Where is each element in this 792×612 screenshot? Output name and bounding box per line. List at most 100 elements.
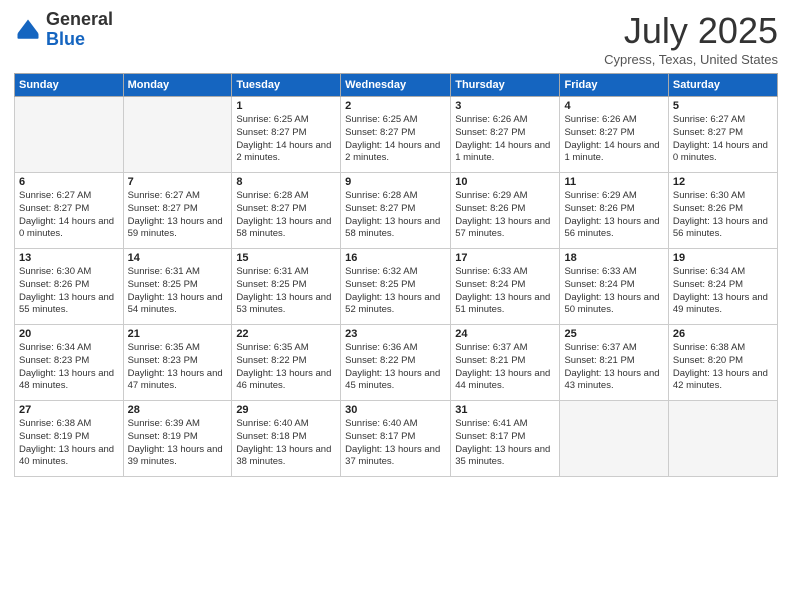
day-info: Sunrise: 6:33 AM Sunset: 8:24 PM Dayligh… bbox=[455, 266, 555, 317]
calendar-cell: 24Sunrise: 6:37 AM Sunset: 8:21 PM Dayli… bbox=[451, 325, 560, 401]
day-number: 21 bbox=[128, 328, 228, 340]
calendar-cell: 11 Sunrise: 6:29 AM Sunset: 8:26 PM Dayli… bbox=[560, 173, 668, 249]
day-number: 26 bbox=[673, 328, 773, 340]
day-number: 1 bbox=[236, 100, 336, 112]
day-info: Sunrise: 6:31 AM Sunset: 8:25 PM Dayligh… bbox=[128, 266, 228, 317]
day-number: 22 bbox=[236, 328, 336, 340]
header-sunday: Sunday bbox=[15, 74, 124, 97]
day-number: 12 bbox=[673, 176, 773, 188]
day-number: 2 bbox=[345, 100, 446, 112]
calendar-cell bbox=[123, 97, 232, 173]
day-number: 11 bbox=[564, 176, 663, 188]
day-number: 4 bbox=[564, 100, 663, 112]
day-number: 6 bbox=[19, 176, 119, 188]
calendar-cell: 16Sunrise: 6:32 AM Sunset: 8:25 PM Dayli… bbox=[341, 249, 451, 325]
header-tuesday: Tuesday bbox=[232, 74, 341, 97]
calendar-cell bbox=[668, 401, 777, 477]
calendar-week-5: 27 Sunrise: 6:38 AM Sunset: 8:19 PM Dayli… bbox=[15, 401, 778, 477]
day-number: 8 bbox=[236, 176, 336, 188]
day-info: Sunrise: 6:26 AM Sunset: 8:27 PM Dayligh… bbox=[564, 114, 663, 165]
day-number: 25 bbox=[564, 328, 663, 340]
calendar-cell: 29 Sunrise: 6:40 AM Sunset: 8:18 PM Dayli… bbox=[232, 401, 341, 477]
header-wednesday: Wednesday bbox=[341, 74, 451, 97]
day-info: Sunrise: 6:29 AM Sunset: 8:26 PM Dayligh… bbox=[564, 190, 663, 241]
day-info: Sunrise: 6:38 AM Sunset: 8:19 PM Dayligh… bbox=[19, 418, 119, 469]
day-number: 3 bbox=[455, 100, 555, 112]
calendar-cell: 14 Sunrise: 6:31 AM Sunset: 8:25 PM Dayli… bbox=[123, 249, 232, 325]
calendar-cell: 13 Sunrise: 6:30 AM Sunset: 8:26 PM Dayli… bbox=[15, 249, 124, 325]
logo-blue: Blue bbox=[46, 29, 85, 49]
header-monday: Monday bbox=[123, 74, 232, 97]
calendar-week-1: 1 Sunrise: 6:25 AM Sunset: 8:27 PM Daylig… bbox=[15, 97, 778, 173]
weekday-header-row: Sunday Monday Tuesday Wednesday Thursday… bbox=[15, 74, 778, 97]
day-info: Sunrise: 6:27 AM Sunset: 8:27 PM Dayligh… bbox=[19, 190, 119, 241]
day-info: Sunrise: 6:25 AM Sunset: 8:27 PM Dayligh… bbox=[345, 114, 446, 165]
calendar-cell bbox=[560, 401, 668, 477]
calendar-cell: 15Sunrise: 6:31 AM Sunset: 8:25 PM Dayli… bbox=[232, 249, 341, 325]
logo: General Blue bbox=[14, 10, 113, 50]
header: General Blue July 2025 Cypress, Texas, U… bbox=[14, 10, 778, 67]
day-number: 29 bbox=[236, 404, 336, 416]
day-info: Sunrise: 6:36 AM Sunset: 8:22 PM Dayligh… bbox=[345, 342, 446, 393]
calendar-cell bbox=[15, 97, 124, 173]
day-info: Sunrise: 6:28 AM Sunset: 8:27 PM Dayligh… bbox=[345, 190, 446, 241]
day-info: Sunrise: 6:38 AM Sunset: 8:20 PM Dayligh… bbox=[673, 342, 773, 393]
calendar-cell: 10Sunrise: 6:29 AM Sunset: 8:26 PM Dayli… bbox=[451, 173, 560, 249]
header-saturday: Saturday bbox=[668, 74, 777, 97]
calendar-week-2: 6 Sunrise: 6:27 AM Sunset: 8:27 PM Daylig… bbox=[15, 173, 778, 249]
day-number: 17 bbox=[455, 252, 555, 264]
calendar-cell: 4 Sunrise: 6:26 AM Sunset: 8:27 PM Daylig… bbox=[560, 97, 668, 173]
day-info: Sunrise: 6:39 AM Sunset: 8:19 PM Dayligh… bbox=[128, 418, 228, 469]
day-info: Sunrise: 6:35 AM Sunset: 8:23 PM Dayligh… bbox=[128, 342, 228, 393]
day-number: 31 bbox=[455, 404, 555, 416]
day-number: 18 bbox=[564, 252, 663, 264]
calendar-cell: 18Sunrise: 6:33 AM Sunset: 8:24 PM Dayli… bbox=[560, 249, 668, 325]
calendar-cell: 1 Sunrise: 6:25 AM Sunset: 8:27 PM Daylig… bbox=[232, 97, 341, 173]
calendar-table: Sunday Monday Tuesday Wednesday Thursday… bbox=[14, 73, 778, 477]
day-number: 13 bbox=[19, 252, 119, 264]
day-info: Sunrise: 6:35 AM Sunset: 8:22 PM Dayligh… bbox=[236, 342, 336, 393]
day-info: Sunrise: 6:40 AM Sunset: 8:18 PM Dayligh… bbox=[236, 418, 336, 469]
title-block: July 2025 Cypress, Texas, United States bbox=[604, 10, 778, 67]
calendar-cell: 26 Sunrise: 6:38 AM Sunset: 8:20 PM Dayli… bbox=[668, 325, 777, 401]
day-info: Sunrise: 6:30 AM Sunset: 8:26 PM Dayligh… bbox=[19, 266, 119, 317]
day-number: 30 bbox=[345, 404, 446, 416]
day-number: 27 bbox=[19, 404, 119, 416]
calendar-cell: 3 Sunrise: 6:26 AM Sunset: 8:27 PM Daylig… bbox=[451, 97, 560, 173]
calendar-cell: 9 Sunrise: 6:28 AM Sunset: 8:27 PM Daylig… bbox=[341, 173, 451, 249]
day-info: Sunrise: 6:41 AM Sunset: 8:17 PM Dayligh… bbox=[455, 418, 555, 469]
calendar-cell: 27 Sunrise: 6:38 AM Sunset: 8:19 PM Dayli… bbox=[15, 401, 124, 477]
calendar-cell: 6 Sunrise: 6:27 AM Sunset: 8:27 PM Daylig… bbox=[15, 173, 124, 249]
day-number: 14 bbox=[128, 252, 228, 264]
day-info: Sunrise: 6:25 AM Sunset: 8:27 PM Dayligh… bbox=[236, 114, 336, 165]
day-number: 23 bbox=[345, 328, 446, 340]
logo-text: General Blue bbox=[46, 10, 113, 50]
month-title: July 2025 bbox=[604, 10, 778, 52]
day-info: Sunrise: 6:30 AM Sunset: 8:26 PM Dayligh… bbox=[673, 190, 773, 241]
calendar-cell: 5 Sunrise: 6:27 AM Sunset: 8:27 PM Daylig… bbox=[668, 97, 777, 173]
calendar-cell: 2 Sunrise: 6:25 AM Sunset: 8:27 PM Daylig… bbox=[341, 97, 451, 173]
calendar-week-4: 20Sunrise: 6:34 AM Sunset: 8:23 PM Dayli… bbox=[15, 325, 778, 401]
header-friday: Friday bbox=[560, 74, 668, 97]
logo-icon bbox=[14, 16, 42, 44]
calendar-cell: 19Sunrise: 6:34 AM Sunset: 8:24 PM Dayli… bbox=[668, 249, 777, 325]
day-number: 9 bbox=[345, 176, 446, 188]
calendar-week-3: 13 Sunrise: 6:30 AM Sunset: 8:26 PM Dayli… bbox=[15, 249, 778, 325]
calendar-cell: 28 Sunrise: 6:39 AM Sunset: 8:19 PM Dayli… bbox=[123, 401, 232, 477]
day-number: 7 bbox=[128, 176, 228, 188]
page-container: General Blue July 2025 Cypress, Texas, U… bbox=[0, 0, 792, 487]
calendar-cell: 31 Sunrise: 6:41 AM Sunset: 8:17 PM Dayli… bbox=[451, 401, 560, 477]
day-info: Sunrise: 6:34 AM Sunset: 8:23 PM Dayligh… bbox=[19, 342, 119, 393]
day-info: Sunrise: 6:26 AM Sunset: 8:27 PM Dayligh… bbox=[455, 114, 555, 165]
day-info: Sunrise: 6:27 AM Sunset: 8:27 PM Dayligh… bbox=[673, 114, 773, 165]
day-number: 28 bbox=[128, 404, 228, 416]
day-info: Sunrise: 6:27 AM Sunset: 8:27 PM Dayligh… bbox=[128, 190, 228, 241]
calendar-cell: 23 Sunrise: 6:36 AM Sunset: 8:22 PM Dayli… bbox=[341, 325, 451, 401]
day-info: Sunrise: 6:31 AM Sunset: 8:25 PM Dayligh… bbox=[236, 266, 336, 317]
calendar-cell: 20Sunrise: 6:34 AM Sunset: 8:23 PM Dayli… bbox=[15, 325, 124, 401]
day-number: 5 bbox=[673, 100, 773, 112]
calendar-cell: 12 Sunrise: 6:30 AM Sunset: 8:26 PM Dayli… bbox=[668, 173, 777, 249]
day-info: Sunrise: 6:28 AM Sunset: 8:27 PM Dayligh… bbox=[236, 190, 336, 241]
calendar-cell: 17 Sunrise: 6:33 AM Sunset: 8:24 PM Dayli… bbox=[451, 249, 560, 325]
calendar-cell: 21 Sunrise: 6:35 AM Sunset: 8:23 PM Dayli… bbox=[123, 325, 232, 401]
